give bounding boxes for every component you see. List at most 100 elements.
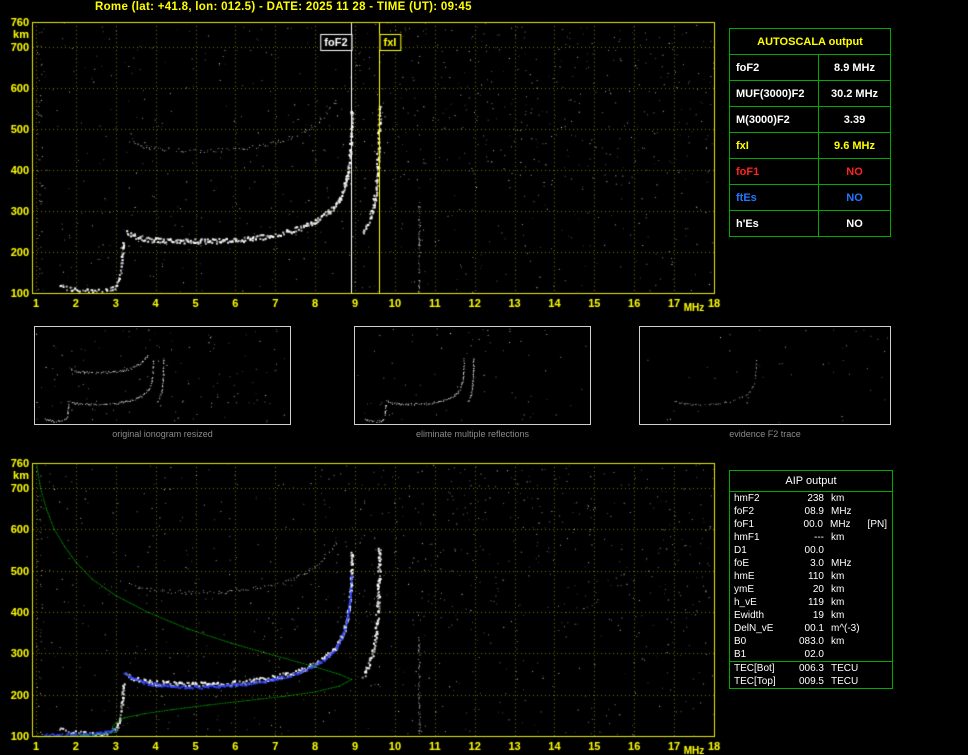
aip-row: foF1 00.0 MHz [PN] [730,518,892,531]
param-name: foF1 [734,519,755,530]
autoscala-row: M(3000)F2 3.39 [729,106,891,133]
thumb-evidence-f2-trace [639,326,891,425]
aip-row: D1 00.0 [730,544,892,557]
param-value: 30.2 MHz [818,80,891,107]
param-value: NO [818,210,891,237]
param-unit: TECU [831,676,859,687]
param-value: 20 [812,584,824,595]
autoscala-row: h'Es NO [729,210,891,237]
thumb-eliminate-reflections [354,326,591,425]
param-value: 08.9 [804,506,824,517]
param-label: fxI [729,132,819,159]
param-value: 19 [812,610,824,621]
param-unit: km [831,532,845,543]
autoscala-header-row: AUTOSCALA output [729,28,891,55]
autoscala-row: MUF(3000)F2 30.2 MHz [729,80,891,107]
aip-row: TEC[Bot] 006.3 TECU [730,661,892,675]
param-name: B0 [734,636,747,647]
param-value: 9.6 MHz [818,132,891,159]
param-value: 00.0 [803,519,823,530]
thumb-caption-evidence: evidence F2 trace [729,429,801,439]
param-name: h_vE [734,597,757,608]
param-label: foF2 [729,54,819,81]
aip-row: B1 02.0 [730,648,892,661]
param-value: 3.39 [818,106,891,133]
param-name: foF2 [734,506,755,517]
autoscala-row: ftEs NO [729,184,891,211]
param-value: 119 [808,597,824,608]
param-unit: km [831,584,845,595]
aip-row: ymE 20 km [730,583,892,596]
param-extra [869,662,888,675]
param-extra [869,505,888,518]
aip-table-header: AIP output [730,471,892,492]
aip-row: DelN_vE 00.1 m^(-3) [730,622,892,635]
param-value: NO [818,184,891,211]
param-value: 238 [807,493,824,504]
param-value: 110 [808,571,824,582]
autoscala-table-body: AUTOSCALA output foF2 8.9 MHz MUF(3000)F2 3… [729,28,891,237]
aip-row: TEC[Top] 009.5 TECU [730,675,892,688]
ionogram-plot-autoscala [0,14,722,326]
param-unit: km [831,571,845,582]
param-extra [869,531,888,544]
param-extra [869,648,888,661]
param-value: 02.0 [804,649,824,660]
param-unit: MHz [831,558,852,569]
aip-row: hmF1 --- km [730,531,892,544]
param-value: 006.3 [798,663,824,674]
param-name: Ewidth [734,610,765,621]
aip-row: foF2 08.9 MHz [730,505,892,518]
param-value: 009.5 [798,676,824,687]
aip-row: B0 083.0 km [730,635,892,648]
aip-row: Ewidth 19 km [730,609,892,622]
param-name: hmE [734,571,755,582]
param-value: 8.9 MHz [818,54,891,81]
autoscala-row: foF2 8.9 MHz [729,54,891,81]
param-extra [869,609,888,622]
param-unit: km [831,493,845,504]
ionogram-plot-aip [0,455,722,755]
autoscala-output-table: AUTOSCALA output foF2 8.9 MHz MUF(3000)F2 3… [729,28,891,237]
param-unit: km [831,636,845,647]
param-name: DelN_vE [734,623,774,634]
param-name: D1 [734,545,747,556]
param-label: MUF(3000)F2 [729,80,819,107]
thumb-caption-eliminate: eliminate multiple reflections [415,429,530,439]
aip-row: foE 3.0 MHz [730,557,892,570]
param-value: 3.0 [810,558,824,569]
thumb-original-ionogram [34,326,291,425]
param-name: hmF2 [734,493,760,504]
param-name: B1 [734,649,747,660]
station-title: Rome (lat: +41.8, lon: 012.5) - DATE: 20… [95,1,472,13]
param-name: TEC[Top] [734,676,776,687]
autoscala-row: foF1 NO [729,158,891,185]
param-label: h'Es [729,210,819,237]
autoscala-table-header: AUTOSCALA output [729,28,891,55]
param-label: M(3000)F2 [729,106,819,133]
param-value: 083.0 [798,636,824,647]
param-value: 00.1 [804,623,824,634]
param-unit [824,544,869,557]
aip-output-table: AIP output hmF2 238 km foF2 08.9 MHz foF1 00.0 M… [729,470,893,689]
param-unit: km [831,610,845,621]
param-name: ymE [734,584,754,595]
param-name: TEC[Bot] [734,663,775,674]
param-extra [869,544,888,557]
param-unit: MHz [829,519,851,530]
param-unit: m^(-3) [831,623,860,634]
param-label: ftEs [729,184,819,211]
param-value: NO [818,158,891,185]
param-extra [869,596,888,609]
param-value: 00.0 [804,545,824,556]
param-name: hmF1 [734,532,760,543]
thumb-caption-original: original ionogram resized [112,429,213,439]
aip-row: hmF2 238 km [730,492,892,505]
param-extra [869,492,888,505]
param-extra [869,570,888,583]
autoscala-row: fxI 9.6 MHz [729,132,891,159]
aip-table-body: hmF2 238 km foF2 08.9 MHz foF1 00.0 MHz [PN] hmF1 -… [730,492,892,688]
autoscala-screen: Rome (lat: +41.8, lon: 012.5) - DATE: 20… [0,0,968,755]
param-extra [869,635,888,648]
param-extra [869,583,888,596]
